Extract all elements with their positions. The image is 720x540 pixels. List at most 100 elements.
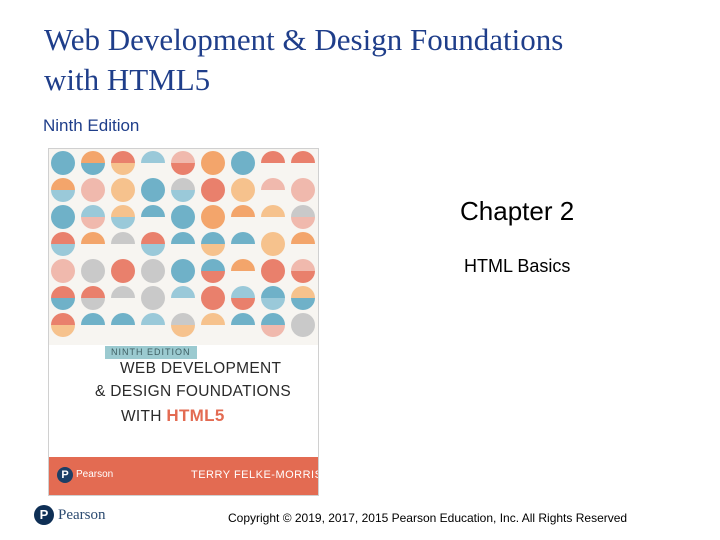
pattern-circle	[201, 178, 225, 202]
pattern-half-circle	[171, 151, 195, 163]
slide-title-line2: with HTML5	[44, 62, 211, 97]
pattern-half-circle	[291, 298, 315, 310]
pattern-circle	[171, 259, 195, 283]
pattern-half-circle	[51, 178, 75, 190]
pattern-half-circle	[171, 163, 195, 175]
pattern-half-circle	[111, 259, 135, 271]
pattern-half-circle	[81, 163, 105, 175]
pattern-half-circle	[111, 163, 135, 175]
book-author: TERRY FELKE-MORRIS	[191, 469, 319, 481]
pattern-circle	[81, 178, 105, 202]
pattern-half-circle	[231, 298, 255, 310]
pattern-half-circle	[231, 325, 255, 337]
pattern-half-circle	[261, 163, 285, 175]
pattern-half-circle	[291, 313, 315, 325]
pattern-circle	[141, 259, 165, 283]
pattern-half-circle	[141, 313, 165, 325]
pattern-half-circle	[291, 325, 315, 337]
book-cover-title-line1: WEB DEVELOPMENT	[120, 360, 282, 377]
slide-title: Web Development & Design Foundations wit…	[44, 20, 684, 100]
pattern-half-circle	[291, 286, 315, 298]
pattern-circle	[141, 178, 165, 202]
book-cover-title-prefix: WITH	[121, 408, 162, 425]
pattern-half-circle	[171, 244, 195, 256]
copyright-notice: Copyright © 2019, 2017, 2015 Pearson Edu…	[228, 511, 628, 525]
pattern-half-circle	[111, 244, 135, 256]
pattern-half-circle	[81, 313, 105, 325]
pattern-half-circle	[111, 298, 135, 310]
pattern-half-circle	[81, 232, 105, 244]
pattern-half-circle	[141, 232, 165, 244]
pattern-half-circle	[111, 232, 135, 244]
pattern-half-circle	[111, 217, 135, 229]
pattern-half-circle	[51, 298, 75, 310]
pattern-half-circle	[201, 271, 225, 283]
pattern-half-circle	[111, 151, 135, 163]
pattern-half-circle	[231, 205, 255, 217]
pattern-half-circle	[231, 259, 255, 271]
pattern-circle	[51, 205, 75, 229]
pattern-half-circle	[261, 205, 285, 217]
book-cover-html5: HTML5	[166, 406, 225, 425]
pattern-circle	[261, 259, 285, 283]
pattern-half-circle	[141, 244, 165, 256]
pattern-half-circle	[261, 286, 285, 298]
chapter-heading: Chapter 2	[460, 196, 575, 226]
pattern-circle	[231, 151, 255, 175]
pattern-circle	[51, 259, 75, 283]
pattern-half-circle	[261, 151, 285, 163]
pattern-half-circle	[81, 298, 105, 310]
chapter-subtitle: HTML Basics	[464, 256, 571, 276]
pattern-circle	[201, 205, 225, 229]
pattern-half-circle	[201, 313, 225, 325]
pattern-half-circle	[51, 232, 75, 244]
pattern-half-circle	[261, 325, 285, 337]
pattern-half-circle	[171, 325, 195, 337]
pattern-circle	[51, 151, 75, 175]
slide-title-line1: Web Development & Design Foundations	[44, 22, 564, 57]
pattern-half-circle	[51, 325, 75, 337]
pattern-half-circle	[111, 325, 135, 337]
pattern-circle	[81, 259, 105, 283]
pattern-circle	[111, 178, 135, 202]
pattern-half-circle	[291, 271, 315, 283]
pattern-half-circle	[111, 313, 135, 325]
pattern-half-circle	[231, 232, 255, 244]
book-cover-title-line2: & DESIGN FOUNDATIONS	[95, 383, 292, 400]
pattern-half-circle	[81, 151, 105, 163]
pattern-half-circle	[291, 151, 315, 163]
pattern-half-circle	[261, 217, 285, 229]
pattern-circle	[171, 205, 195, 229]
pattern-half-circle	[291, 205, 315, 217]
book-pearson-logo-icon: P	[57, 467, 73, 483]
book-cover-pattern	[51, 151, 315, 337]
pattern-half-circle	[171, 313, 195, 325]
pattern-half-circle	[81, 205, 105, 217]
pattern-half-circle	[291, 244, 315, 256]
pattern-half-circle	[291, 217, 315, 229]
pattern-half-circle	[51, 244, 75, 256]
pattern-circle	[141, 286, 165, 310]
book-cover-footer: P Pearson TERRY FELKE-MORRIS	[49, 457, 318, 495]
pattern-half-circle	[231, 244, 255, 256]
pattern-half-circle	[141, 217, 165, 229]
pattern-half-circle	[81, 217, 105, 229]
pattern-half-circle	[261, 178, 285, 190]
pattern-half-circle	[171, 232, 195, 244]
pattern-half-circle	[231, 286, 255, 298]
pattern-half-circle	[261, 190, 285, 202]
book-cover-edition-tag: NINTH EDITION	[105, 346, 197, 359]
book-cover-title-line3: WITH HTML5	[121, 406, 225, 426]
book-publisher: Pearson	[76, 469, 114, 480]
pattern-half-circle	[51, 286, 75, 298]
pattern-half-circle	[291, 232, 315, 244]
pattern-half-circle	[201, 259, 225, 271]
pattern-half-circle	[231, 271, 255, 283]
pattern-half-circle	[201, 325, 225, 337]
pattern-half-circle	[171, 298, 195, 310]
edition-label: Ninth Edition	[43, 116, 140, 135]
pattern-half-circle	[111, 286, 135, 298]
pattern-circle	[231, 178, 255, 202]
pattern-half-circle	[201, 232, 225, 244]
pattern-half-circle	[141, 151, 165, 163]
